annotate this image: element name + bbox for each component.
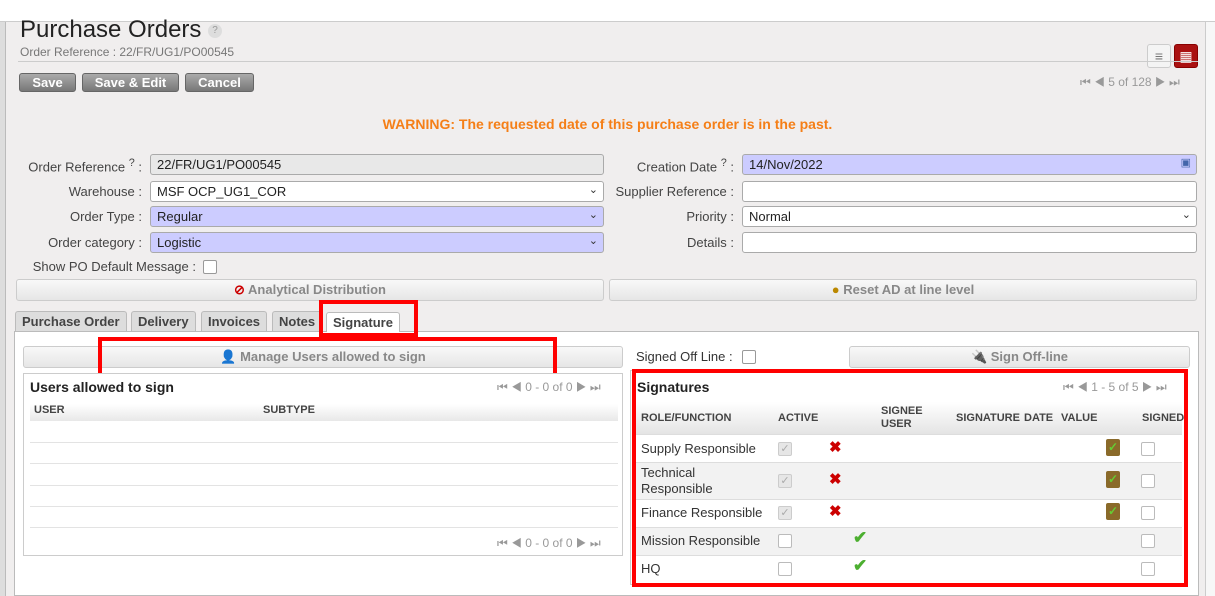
column-user[interactable]: USER bbox=[34, 404, 65, 416]
signed-off-line-label: Signed Off Line : bbox=[636, 349, 733, 364]
cancel-button[interactable]: Cancel bbox=[185, 73, 254, 92]
sign-off-line-button[interactable]: 🔌 Sign Off-line bbox=[849, 346, 1190, 368]
order-category-select[interactable]: Logistic ⌄ bbox=[150, 232, 604, 253]
record-pager: ⏮ ◀ 5 of 128 ▶ ⏭ bbox=[1080, 75, 1180, 89]
column-subtype[interactable]: SUBTYPE bbox=[263, 404, 315, 416]
users-pager[interactable]: ⏮ ◀ 0 - 0 of 0 ▶ ⏭ bbox=[497, 380, 601, 395]
highlight-box bbox=[319, 300, 418, 337]
order-reference-label: Order Reference ? : bbox=[28, 157, 142, 175]
row-line bbox=[30, 485, 618, 486]
warning-icon: ⊘ bbox=[233, 282, 245, 297]
plug-icon: 🔌 bbox=[970, 349, 988, 364]
divider bbox=[18, 61, 1198, 62]
tab-notes[interactable]: Notes bbox=[272, 311, 323, 332]
last-icon[interactable]: ⏭ bbox=[1169, 75, 1180, 89]
creation-date-label: Creation Date ? : bbox=[636, 157, 734, 175]
reset-ad-button[interactable]: ● Reset AD at line level bbox=[609, 279, 1197, 301]
tab-purchase-order[interactable]: Purchase Order bbox=[15, 311, 127, 332]
signed-off-line-checkbox[interactable] bbox=[742, 350, 756, 364]
row-line bbox=[30, 442, 618, 443]
next-icon[interactable]: ▶ bbox=[1155, 75, 1166, 89]
details-label: Details : bbox=[687, 235, 734, 250]
highlight-box bbox=[632, 369, 1188, 587]
save-edit-button[interactable]: Save & Edit bbox=[82, 73, 179, 92]
scrollbar[interactable] bbox=[1205, 22, 1215, 596]
save-button[interactable]: Save bbox=[19, 73, 76, 92]
page-subtitle: Order Reference : 22/FR/UG1/PO00545 bbox=[20, 45, 235, 59]
warehouse-label: Warehouse : bbox=[68, 184, 142, 199]
row-line bbox=[30, 506, 618, 507]
warehouse-select[interactable]: MSF OCP_UG1_COR ⌄ bbox=[150, 181, 604, 202]
details-field[interactable] bbox=[742, 232, 1197, 253]
row-line bbox=[30, 463, 618, 464]
users-grid-title: Users allowed to sign bbox=[30, 379, 174, 395]
users-grid bbox=[23, 373, 623, 556]
list-view-icon[interactable]: ≡ bbox=[1147, 44, 1171, 68]
row-line bbox=[30, 527, 618, 528]
order-category-label: Order category : bbox=[48, 235, 142, 250]
users-grid-header: USER SUBTYPE bbox=[30, 404, 618, 421]
order-reference-field[interactable]: 22/FR/UG1/PO00545 bbox=[150, 154, 604, 175]
page-title: Purchase Orders ? bbox=[20, 16, 223, 44]
chevron-down-icon: ⌄ bbox=[588, 235, 598, 247]
priority-label: Priority : bbox=[686, 209, 734, 224]
priority-select[interactable]: Normal ⌄ bbox=[742, 206, 1197, 227]
tab-delivery[interactable]: Delivery bbox=[131, 311, 196, 332]
order-type-label: Order Type : bbox=[69, 209, 142, 224]
show-po-default-label: Show PO Default Message : bbox=[32, 259, 196, 274]
reset-icon: ● bbox=[831, 282, 840, 297]
tab-invoices[interactable]: Invoices bbox=[201, 311, 268, 332]
prev-icon[interactable]: ◀ bbox=[1094, 75, 1105, 89]
show-po-default-checkbox[interactable] bbox=[203, 260, 217, 274]
left-edge bbox=[0, 22, 6, 596]
users-footer-pager[interactable]: ⏮ ◀ 0 - 0 of 0 ▶ ⏭ bbox=[497, 536, 601, 551]
highlight-box bbox=[98, 337, 557, 377]
chevron-down-icon: ⌄ bbox=[588, 184, 598, 196]
analytical-distribution-button[interactable]: ⊘ Analytical Distribution bbox=[16, 279, 604, 301]
calendar-icon[interactable]: ▣ bbox=[1181, 156, 1191, 169]
supplier-reference-label: Supplier Reference : bbox=[615, 184, 734, 199]
chevron-down-icon: ⌄ bbox=[588, 209, 598, 221]
supplier-reference-field[interactable] bbox=[742, 181, 1197, 202]
form-view-icon[interactable]: ▦ bbox=[1174, 44, 1198, 68]
creation-date-field[interactable]: 14/Nov/2022 ▣ bbox=[742, 154, 1197, 175]
first-icon[interactable]: ⏮ bbox=[1080, 75, 1091, 89]
order-type-select[interactable]: Regular ⌄ bbox=[150, 206, 604, 227]
warning-message: WARNING: The requested date of this purc… bbox=[382, 116, 833, 132]
chevron-down-icon: ⌄ bbox=[1181, 209, 1191, 221]
help-icon[interactable]: ? bbox=[208, 23, 223, 38]
